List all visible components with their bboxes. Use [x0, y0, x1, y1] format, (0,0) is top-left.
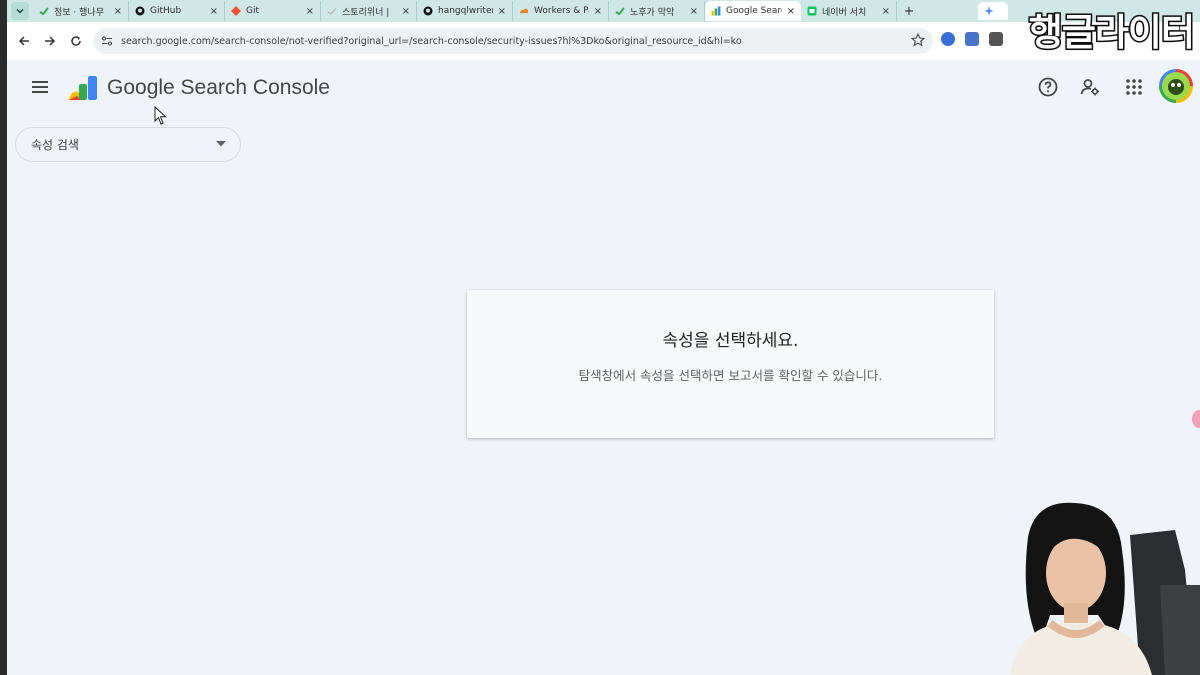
tab-1[interactable]: 정보 · 행나무 ×: [33, 1, 129, 21]
github-icon: [423, 6, 433, 16]
search-console-icon: [711, 6, 721, 16]
tab-title: Workers & Pa: [534, 6, 589, 16]
reload-button[interactable]: [63, 28, 89, 54]
tab-6[interactable]: Workers & Pa ×: [513, 1, 609, 21]
channel-watermark: 행글라이터: [1027, 10, 1196, 56]
avatar[interactable]: [1159, 69, 1193, 103]
sparkle-icon: [984, 6, 994, 16]
apps-grid-icon[interactable]: [1123, 76, 1145, 98]
empty-state-card: 속성을 선택하세요. 탐색창에서 속성을 선택하면 보고서를 확인할 수 있습니…: [467, 290, 994, 438]
generic-page-icon: [327, 7, 337, 15]
tab-close-icon[interactable]: ×: [498, 6, 506, 17]
git-icon: [231, 6, 241, 16]
site-info-icon[interactable]: [101, 35, 113, 47]
tab-title: GitHub: [150, 6, 182, 16]
bookmark-star-icon[interactable]: [911, 33, 925, 47]
arrow-left-icon: [18, 36, 29, 46]
avatar-image: [1162, 72, 1190, 100]
arrow-right-icon: [45, 36, 56, 46]
github-icon: [135, 6, 145, 16]
mouse-cursor-icon: [154, 106, 167, 125]
tab-7[interactable]: 노후가 막막 ×: [609, 1, 705, 21]
tab-partial[interactable]: [978, 2, 1008, 20]
tab-title: 정보 · 행나무: [54, 7, 104, 18]
chevron-down-icon: [16, 8, 24, 14]
tab-title: Git: [246, 6, 260, 16]
search-console-logo[interactable]: [67, 74, 99, 102]
account-settings-icon[interactable]: [1079, 76, 1101, 98]
tab-close-icon[interactable]: ×: [402, 6, 410, 17]
property-search-label: 속성 검색: [31, 138, 79, 152]
tab-close-icon[interactable]: ×: [882, 6, 890, 17]
help-icon[interactable]: [1037, 76, 1059, 98]
extension-box-icon[interactable]: [989, 32, 1003, 46]
extension-globe-icon[interactable]: [941, 32, 955, 46]
property-search-dropdown[interactable]: 속성 검색: [15, 127, 241, 162]
new-tab-button[interactable]: +: [899, 4, 919, 19]
extension-download-icon[interactable]: [965, 32, 979, 46]
tab-close-icon[interactable]: ×: [594, 6, 602, 17]
tab-close-icon[interactable]: ×: [787, 6, 795, 17]
empty-state-title: 속성을 선택하세요.: [662, 331, 799, 351]
tab-title: 노후가 막막: [630, 7, 675, 18]
window-left-edge: [0, 0, 7, 675]
tab-3[interactable]: Git ×: [225, 1, 321, 21]
product-name: Google Search Console: [107, 76, 330, 99]
tab-strip: 정보 · 행나무 × GitHub × Git × 스토리위너 | × hang…: [7, 0, 1200, 22]
extension-icons: [941, 32, 1003, 46]
green-check-icon: [615, 7, 625, 16]
tab-8-active[interactable]: Google Searc ×: [705, 1, 801, 21]
webcam-overlay: [1010, 502, 1200, 675]
app-header: Google Search Console: [7, 60, 1200, 116]
reload-icon: [71, 36, 81, 46]
dropdown-arrow-icon: [216, 141, 226, 147]
green-check-icon: [39, 7, 49, 16]
tab-4[interactable]: 스토리위너 | ×: [321, 1, 417, 21]
tab-search-button[interactable]: [11, 2, 29, 20]
forward-button[interactable]: [37, 28, 63, 54]
tab-title: Google Searc: [726, 6, 782, 16]
tab-2[interactable]: GitHub ×: [129, 1, 225, 21]
url-text: search.google.com/search-console/not-ver…: [121, 35, 742, 47]
tab-title: hangqlwriter: [438, 6, 493, 16]
side-panel-dot[interactable]: [1192, 410, 1200, 428]
tab-5[interactable]: hangqlwriter ×: [417, 1, 513, 21]
hamburger-menu-icon[interactable]: [29, 76, 51, 98]
tab-title: 네이버 서치: [822, 7, 867, 18]
tab-close-icon[interactable]: ×: [114, 6, 122, 17]
cloudflare-icon: [520, 8, 528, 13]
browser-toolbar: search.google.com/search-console/not-ver…: [7, 22, 1200, 60]
tab-close-icon[interactable]: ×: [306, 6, 314, 17]
empty-state-message: 탐색창에서 속성을 선택하면 보고서를 확인할 수 있습니다.: [578, 368, 883, 383]
tab-title: 스토리위너 |: [342, 7, 390, 18]
naver-icon: [807, 6, 817, 16]
back-button[interactable]: [11, 28, 37, 54]
address-bar[interactable]: search.google.com/search-console/not-ver…: [93, 28, 933, 54]
tab-close-icon[interactable]: ×: [690, 6, 698, 17]
tab-9[interactable]: 네이버 서치 ×: [801, 1, 897, 21]
tab-close-icon[interactable]: ×: [210, 6, 218, 17]
